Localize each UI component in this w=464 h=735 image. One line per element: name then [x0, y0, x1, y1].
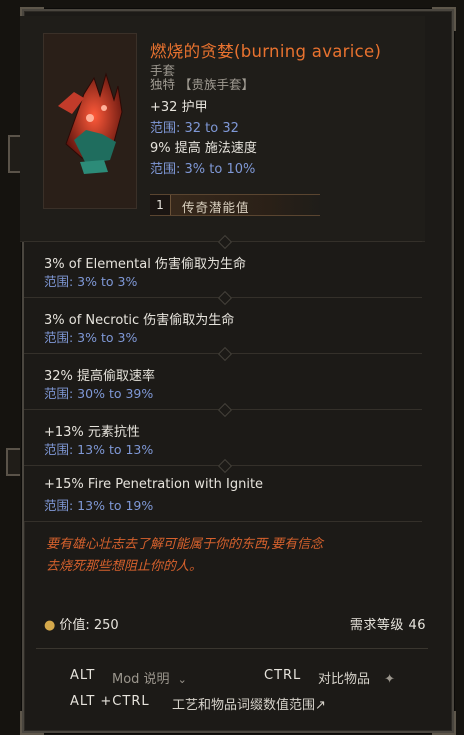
alt-ctrl-key-label: ALT +CTRL: [70, 694, 150, 709]
affix-row: 3% of Elemental 伤害偷取为生命 范围: 3% to 3%: [24, 234, 422, 297]
glove-icon: [58, 72, 123, 174]
level-requirement: 需求等级 46: [349, 618, 426, 633]
lore-line: 去烧死那些想阻止你的人。: [46, 559, 203, 574]
legendary-potential-badge: 1 传奇潜能值: [150, 194, 320, 216]
item-name: 燃烧的贪婪(burning avarice): [150, 42, 382, 61]
affix-text: 3% of Elemental 伤害偷取为生命: [44, 257, 246, 272]
affix-range: 范围: 13% to 13%: [44, 442, 154, 457]
item-lore: 要有雄心壮志去了解可能属于你的东西,要有信念 去烧死那些想阻止你的人。: [46, 534, 323, 578]
side-tab: [6, 448, 20, 476]
base-stat-armor: +32 护甲: [150, 100, 208, 115]
controls-row: ALT +CTRL 工艺和物品词缀数值范围↗: [32, 694, 432, 718]
compare-icon: ✦: [384, 672, 396, 687]
affix-text: 32% 提高偷取速率: [44, 369, 156, 384]
affix-ranges-label: 工艺和物品词缀数值范围: [172, 698, 316, 713]
affix-range: 范围: 30% to 39%: [44, 386, 154, 401]
divider: [36, 648, 428, 649]
ctrl-key-label: CTRL: [264, 668, 302, 683]
compare-items-toggle[interactable]: 对比物品 ✦: [318, 668, 395, 687]
base-stat-cast-speed: 9% 提高 施法速度: [150, 141, 257, 156]
affix-row: 32% 提高偷取速率 范围: 30% to 39%: [24, 346, 422, 409]
controls-panel: ALT Mod 说明 ⌄ CTRL 对比物品 ✦ ALT +CTRL 工艺和物品词…: [32, 662, 432, 718]
mod-info-toggle[interactable]: Mod 说明 ⌄: [112, 668, 187, 687]
affix-ranges-toggle[interactable]: 工艺和物品词缀数值范围↗: [172, 694, 326, 713]
item-icon: [43, 33, 137, 209]
base-stat-range: 范围: 32 to 32: [150, 121, 239, 136]
affix-row: 3% of Necrotic 伤害偷取为生命 范围: 3% to 3%: [24, 290, 422, 353]
base-stat-range: 范围: 3% to 10%: [150, 162, 256, 177]
affix-text: +15% Fire Penetration with Ignite: [44, 477, 264, 492]
affix-text: +13% 元素抗性: [44, 425, 140, 440]
affix-text: 3% of Necrotic 伤害偷取为生命: [44, 313, 235, 328]
frame-corner: [432, 7, 456, 31]
legendary-potential-label: 传奇潜能值: [182, 200, 250, 215]
affix-range: 范围: 3% to 3%: [44, 274, 138, 289]
affix-row: +15% Fire Penetration with Ignite 范围: 13…: [24, 458, 422, 522]
compare-label: 对比物品: [318, 672, 371, 687]
chevron-down-icon: ⌄: [177, 673, 187, 686]
item-value: ● 价值: 250: [44, 614, 119, 633]
frame-corner: [432, 711, 456, 735]
affix-range: 范围: 13% to 19%: [44, 498, 154, 513]
controls-row: ALT Mod 说明 ⌄ CTRL 对比物品 ✦: [32, 668, 432, 692]
affix-row: +13% 元素抗性 范围: 13% to 13%: [24, 402, 422, 465]
legendary-potential-count: 1: [150, 195, 171, 215]
mod-info-label: Mod 说明: [112, 672, 170, 687]
item-rarity: 独特 【贵族手套】: [150, 77, 254, 92]
alt-key-label: ALT: [70, 668, 96, 683]
gold-coin-icon: ●: [44, 618, 56, 633]
lore-line: 要有雄心壮志去了解可能属于你的东西,要有信念: [46, 537, 324, 552]
affix-range: 范围: 3% to 3%: [44, 330, 138, 345]
side-tab: [8, 135, 20, 173]
external-arrow-icon: ↗: [315, 698, 326, 713]
value-label: 价值: 250: [59, 618, 119, 633]
item-header: 燃烧的贪婪(burning avarice) 手套 独特 【贵族手套】 +32 …: [20, 16, 425, 242]
